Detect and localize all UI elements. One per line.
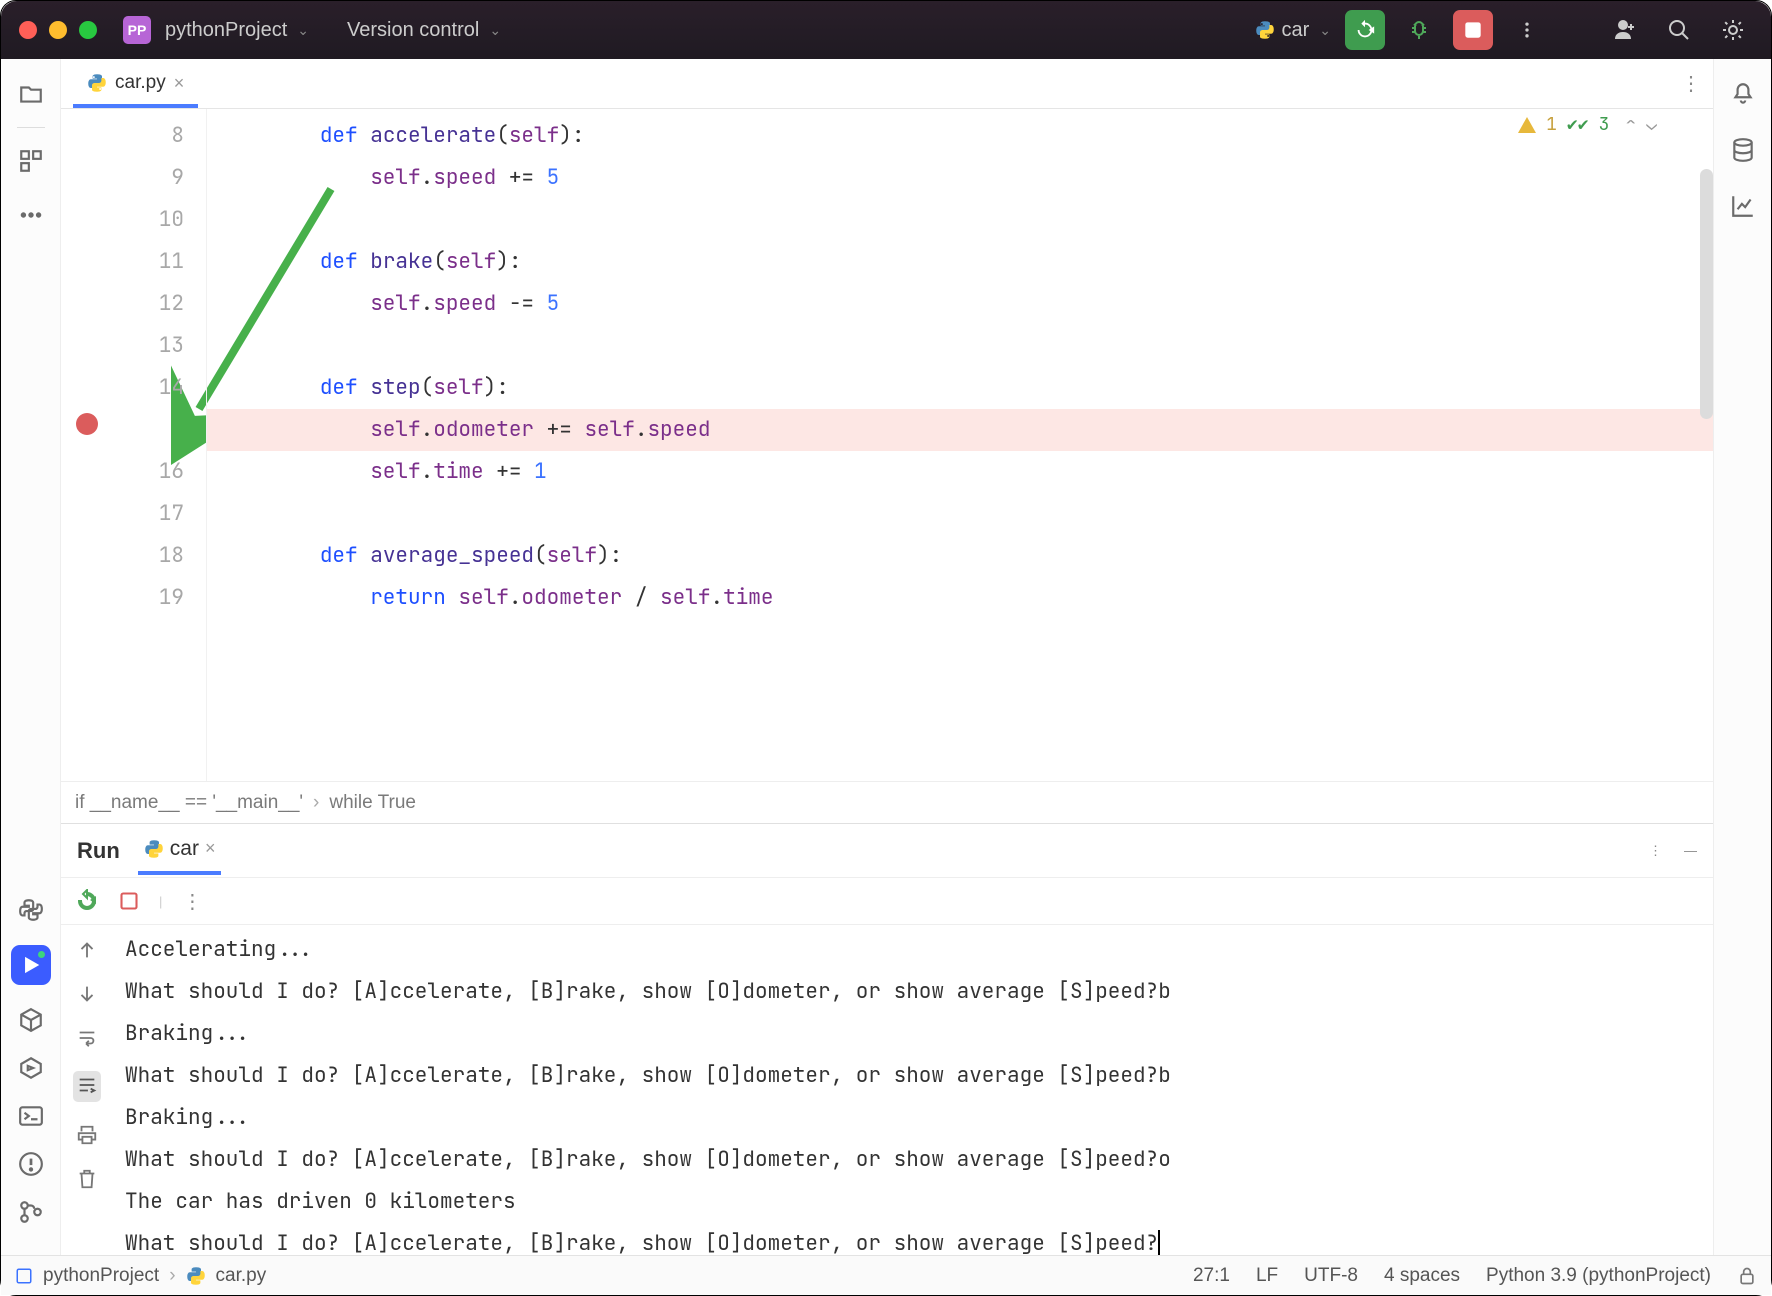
sciview-icon[interactable] [1730, 193, 1756, 219]
sb-file[interactable]: car.py [216, 1265, 267, 1287]
right-tool-rail [1713, 59, 1771, 1255]
chevron-right-icon: › [313, 792, 319, 814]
run-toolbar: | ⋮ [61, 877, 1713, 925]
trash-icon[interactable] [76, 1168, 98, 1190]
database-icon[interactable] [1730, 137, 1756, 163]
run-tab-car[interactable]: car × [138, 827, 222, 875]
running-indicator-icon [37, 950, 46, 959]
maximize-window-icon[interactable] [79, 21, 97, 39]
stop-icon [1464, 21, 1482, 39]
console-output[interactable]: Accelerating...What should I do? [A]ccel… [113, 925, 1713, 1255]
rerun-icon [1354, 19, 1376, 41]
sb-indent[interactable]: 4 spaces [1384, 1265, 1460, 1287]
run-more-button[interactable]: ⋮ [182, 889, 202, 914]
debug-button[interactable] [1399, 10, 1439, 50]
project-selector[interactable]: pythonProject ⌄ [165, 19, 309, 42]
sb-line-sep[interactable]: LF [1256, 1265, 1278, 1287]
chevron-down-icon: ⌄ [297, 22, 309, 39]
titlebar: PP pythonProject ⌄ Version control ⌄ car… [1, 1, 1771, 59]
python-icon [144, 839, 164, 859]
chevron-right-icon: › [169, 1265, 175, 1287]
tab-options-button[interactable]: ⋮ [1681, 71, 1701, 96]
python-console-tool-icon[interactable] [18, 897, 44, 923]
close-window-icon[interactable] [19, 21, 37, 39]
rerun-button[interactable] [1345, 10, 1385, 50]
editor-scrollbar[interactable] [1700, 169, 1713, 419]
search-icon [1667, 18, 1691, 42]
structure-tool-icon[interactable] [18, 148, 44, 174]
breadcrumb-bar[interactable]: if __name__ == '__main__' › while True [61, 781, 1713, 823]
search-everywhere-button[interactable] [1659, 10, 1699, 50]
run-tool-button[interactable] [11, 945, 51, 985]
notifications-icon[interactable] [1730, 81, 1756, 107]
print-icon[interactable] [76, 1124, 98, 1146]
minimize-window-icon[interactable] [49, 21, 67, 39]
python-icon [1255, 20, 1275, 40]
vcs-tool-icon[interactable] [18, 1199, 44, 1225]
vcs-menu[interactable]: Version control ⌄ [347, 19, 501, 42]
more-tool-icon[interactable] [18, 202, 44, 228]
sb-project[interactable]: pythonProject [43, 1265, 159, 1287]
hide-panel-button[interactable]: — [1684, 843, 1697, 858]
code-editor[interactable]: 89101112131416171819 1 ✔✔ 3 ⌃ ⌄ def acce… [61, 109, 1713, 781]
project-tool-icon[interactable] [18, 81, 44, 107]
bug-icon [1407, 18, 1431, 42]
more-actions-button[interactable] [1507, 10, 1547, 50]
code-with-me-button[interactable] [1605, 10, 1645, 50]
run-config-selector[interactable]: car ⌄ [1255, 19, 1331, 42]
person-plus-icon [1613, 18, 1637, 42]
problems-tool-icon[interactable] [18, 1151, 44, 1177]
console-action-rail [61, 925, 113, 1255]
checkmark-icon: ✔✔ [1567, 113, 1589, 136]
terminal-tool-icon[interactable] [18, 1103, 44, 1129]
kebab-icon [1517, 20, 1537, 40]
inspections-widget[interactable]: 1 ✔✔ 3 ⌃ ⌄ [1518, 113, 1657, 136]
sb-encoding[interactable]: UTF-8 [1304, 1265, 1358, 1287]
scroll-to-end-button[interactable] [73, 1071, 101, 1102]
services-tool-icon[interactable] [18, 1055, 44, 1081]
stop-icon[interactable] [119, 891, 139, 911]
tab-label: car.py [115, 72, 166, 94]
rerun-icon[interactable] [75, 889, 99, 913]
stop-button[interactable] [1453, 10, 1493, 50]
run-options-button[interactable]: ⋮ [1649, 843, 1662, 859]
close-run-tab-icon[interactable]: × [205, 838, 216, 859]
python-file-icon [87, 73, 107, 93]
gear-icon [1721, 18, 1745, 42]
line-gutter[interactable]: 89101112131416171819 [61, 109, 207, 781]
editor-tabbar: car.py × ⋮ [61, 59, 1713, 109]
breadcrumb-item[interactable]: if __name__ == '__main__' [75, 792, 303, 814]
close-tab-icon[interactable]: × [174, 73, 185, 94]
chevron-down-icon[interactable]: ⌄ [1646, 113, 1657, 136]
sb-caret-pos[interactable]: 27:1 [1193, 1265, 1230, 1287]
packages-tool-icon[interactable] [18, 1007, 44, 1033]
module-icon [15, 1267, 33, 1285]
run-panel-header: Run car × ⋮ — [61, 823, 1713, 877]
window-controls [19, 21, 97, 39]
breakpoint-icon[interactable] [76, 413, 98, 435]
breadcrumb-item[interactable]: while True [329, 792, 416, 814]
chevron-down-icon: ⌄ [489, 22, 501, 39]
left-tool-rail [1, 59, 61, 1255]
settings-button[interactable] [1713, 10, 1753, 50]
soft-wrap-icon[interactable] [76, 1027, 98, 1049]
sb-interpreter[interactable]: Python 3.9 (pythonProject) [1486, 1265, 1711, 1287]
chevron-down-icon: ⌄ [1319, 22, 1331, 39]
run-panel-title: Run [77, 838, 120, 864]
project-badge: PP [123, 16, 151, 44]
up-arrow-icon[interactable] [76, 939, 98, 961]
chevron-up-icon[interactable]: ⌃ [1625, 113, 1636, 136]
down-arrow-icon[interactable] [76, 983, 98, 1005]
warning-icon [1518, 117, 1536, 133]
python-file-icon [186, 1266, 206, 1286]
lock-icon[interactable] [1737, 1266, 1757, 1286]
editor-tab-car[interactable]: car.py × [73, 62, 198, 108]
status-bar: pythonProject › car.py 27:1 LF UTF-8 4 s… [1, 1255, 1771, 1295]
